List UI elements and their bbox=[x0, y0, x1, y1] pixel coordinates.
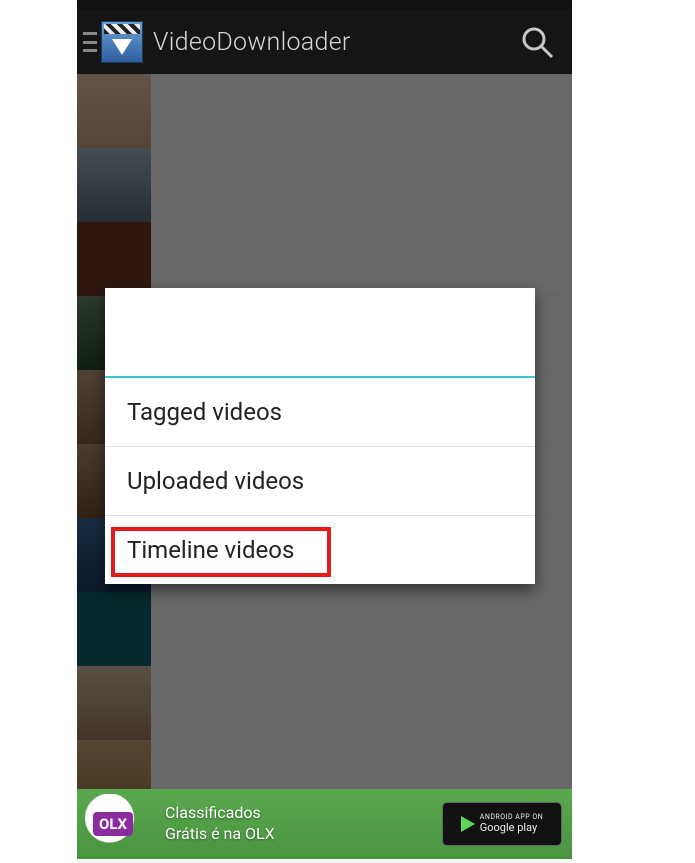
ad-line1: Classificados bbox=[165, 803, 432, 824]
video-type-dialog: Tagged videos Uploaded videos Timeline v… bbox=[105, 288, 535, 584]
title-bar: VideoDownloader bbox=[77, 10, 572, 74]
dialog-option-label: Tagged videos bbox=[127, 398, 282, 426]
ad-mascot-icon: OLX bbox=[85, 794, 155, 854]
search-icon[interactable] bbox=[520, 25, 554, 59]
store-big: Google play bbox=[480, 821, 537, 834]
dialog-header bbox=[105, 288, 535, 378]
app-title: VideoDownloader bbox=[153, 28, 351, 57]
dialog-option-label: Uploaded videos bbox=[127, 467, 304, 495]
dialog-option-label: Timeline videos bbox=[127, 536, 294, 564]
ad-banner[interactable]: OLX Classificados Grátis é na OLX Androi… bbox=[77, 789, 572, 859]
play-store-icon bbox=[461, 816, 475, 832]
ad-line2: Grátis é na OLX bbox=[165, 824, 432, 845]
app-icon bbox=[101, 21, 143, 63]
android-status-bar bbox=[77, 0, 572, 10]
menu-icon[interactable] bbox=[83, 32, 97, 52]
ad-text: Classificados Grátis é na OLX bbox=[155, 803, 442, 845]
dialog-option-timeline[interactable]: Timeline videos bbox=[105, 516, 535, 584]
ad-brand: OLX bbox=[93, 812, 133, 836]
dialog-option-uploaded[interactable]: Uploaded videos bbox=[105, 447, 535, 516]
dialog-option-tagged[interactable]: Tagged videos bbox=[105, 378, 535, 447]
google-play-button[interactable]: Android app on Google play bbox=[442, 802, 562, 846]
